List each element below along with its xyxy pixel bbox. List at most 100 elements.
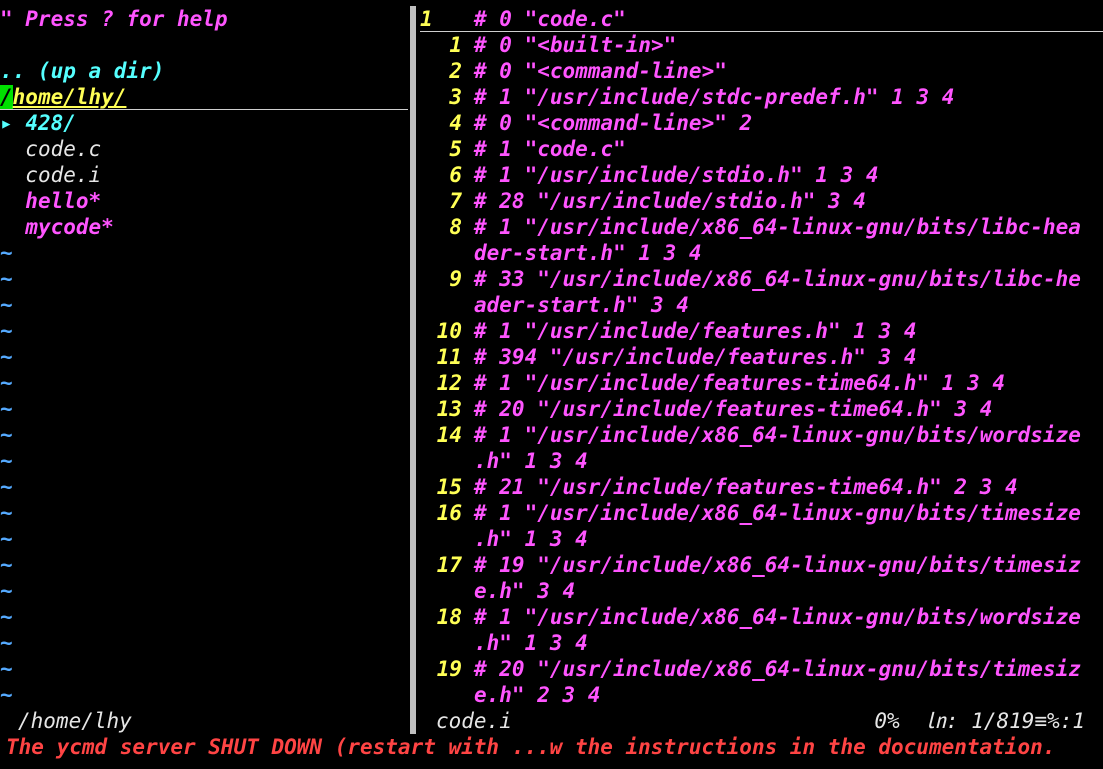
line-text: # 28 "/usr/include/stdio.h" 3 4 <box>474 189 866 213</box>
line-number: 19 <box>436 657 462 681</box>
line-number: 13 <box>436 397 462 421</box>
code-line[interactable]: 18 # 1 "/usr/include/x86_64-linux-gnu/bit… <box>420 604 1103 630</box>
empty-line-tilde: ~ <box>0 631 13 655</box>
line-number: 1 <box>449 33 462 57</box>
cursor-line-text: # 0 "code.c" <box>474 7 626 31</box>
line-number: 11 <box>436 345 462 369</box>
code-line[interactable]: 15 # 21 "/usr/include/features-time64.h" … <box>420 474 1103 500</box>
line-text: # 1 "/usr/include/x86_64-linux-gnu/bits/… <box>474 501 1081 525</box>
line-text: # 1 "code.c" <box>474 137 626 161</box>
line-number: 9 <box>449 267 462 291</box>
tree-dir-item[interactable]: ▸ 428/ <box>0 110 408 136</box>
empty-line-tilde: ~ <box>0 293 13 317</box>
code-line[interactable]: 13 # 20 "/usr/include/features-time64.h" … <box>420 396 1103 422</box>
empty-line-tilde: ~ <box>0 397 13 421</box>
code-line[interactable]: 3 # 1 "/usr/include/stdc-predef.h" 1 3 4 <box>420 84 1103 110</box>
wrapped-line-continuation: e.h" 3 4 <box>474 579 576 603</box>
line-text: # 1 "/usr/include/x86_64-linux-gnu/bits/… <box>474 423 1081 447</box>
line-number: 18 <box>436 605 462 629</box>
line-text: # 1 "/usr/include/stdio.h" 1 3 4 <box>474 163 879 187</box>
code-line[interactable]: 16 # 1 "/usr/include/x86_64-linux-gnu/bit… <box>420 500 1103 526</box>
tree-file-item[interactable]: code.i <box>0 162 408 188</box>
wrapped-line-continuation: .h" 1 3 4 <box>474 527 588 551</box>
up-dir-link[interactable]: .. (up a dir) <box>0 58 408 84</box>
ycmd-error-message: The ycmd server SHUT DOWN (restart with … <box>6 735 1056 759</box>
line-text: # 394 "/usr/include/features.h" 3 4 <box>474 345 917 369</box>
tree-item-name: mycode* <box>25 215 114 239</box>
empty-line-tilde: ~ <box>0 553 13 577</box>
code-line[interactable]: 14 # 1 "/usr/include/x86_64-linux-gnu/bit… <box>420 422 1103 448</box>
code-line[interactable]: 19 # 20 "/usr/include/x86_64-linux-gnu/bi… <box>420 656 1103 682</box>
line-text: # 0 "<command-line>" 2 <box>474 111 753 135</box>
current-dir-row[interactable]: /home/lhy/ <box>0 84 408 110</box>
tree-item-name: 428/ <box>25 111 76 135</box>
status-position: 0% ㏑: 1/819≡%:1 <box>874 709 1085 733</box>
code-line[interactable]: 7 # 28 "/usr/include/stdio.h" 3 4 <box>420 188 1103 214</box>
line-number: 16 <box>436 501 462 525</box>
status-filename: code.i <box>436 709 512 733</box>
text-cursor: / <box>0 85 13 109</box>
file-tree-list: ▸ 428/ code.c code.i hello* mycode* <box>0 110 408 240</box>
code-line[interactable]: 11 # 394 "/usr/include/features.h" 3 4 <box>420 344 1103 370</box>
line-text: # 19 "/usr/include/x86_64-linux-gnu/bits… <box>474 553 1081 577</box>
empty-line-tilde: ~ <box>0 449 13 473</box>
line-number: 14 <box>436 423 462 447</box>
current-dir-path: home/lhy/ <box>12 85 127 109</box>
cursor-line[interactable]: 1 # 0 "code.c" <box>420 6 1103 32</box>
editor-pane[interactable]: 1 # 0 "code.c" 1 # 0 "<built-in>" 2 # 0 "<co… <box>420 6 1103 708</box>
line-number: 17 <box>436 553 462 577</box>
tree-file-item[interactable]: mycode* <box>0 214 408 240</box>
line-number: 3 <box>449 85 462 109</box>
empty-line-tilde: ~ <box>0 241 13 265</box>
tree-file-item[interactable]: code.c <box>0 136 408 162</box>
line-text: # 20 "/usr/include/x86_64-linux-gnu/bits… <box>474 657 1081 681</box>
code-line[interactable]: 1 # 0 "<built-in>" <box>420 32 1103 58</box>
line-text: # 1 "/usr/include/stdc-predef.h" 1 3 4 <box>474 85 955 109</box>
wrapped-line-continuation: e.h" 2 3 4 <box>474 683 601 707</box>
line-number: 15 <box>436 475 462 499</box>
line-text: # 20 "/usr/include/features-time64.h" 3 … <box>474 397 993 421</box>
empty-line-tilde: ~ <box>0 371 13 395</box>
editor-statusline: code.i 0% ㏑: 1/819≡%:1 <box>420 708 1103 734</box>
wrapped-line-continuation: der-start.h" 1 3 4 <box>474 241 702 265</box>
wrapped-line-continuation: .h" 1 3 4 <box>474 449 588 473</box>
line-text: # 1 "/usr/include/features-time64.h" 1 3… <box>474 371 1006 395</box>
wrapped-line-continuation: .h" 1 3 4 <box>474 631 588 655</box>
line-number: 8 <box>449 215 462 239</box>
line-number: 5 <box>449 137 462 161</box>
line-number: 4 <box>449 111 462 135</box>
line-text: # 0 "<command-line>" <box>474 59 727 83</box>
line-text: # 0 "<built-in>" <box>474 33 677 57</box>
nerdtree-pane[interactable]: " Press ? for help .. (up a dir) /home/l… <box>0 6 408 708</box>
empty-line-tilde: ~ <box>0 267 13 291</box>
line-text: # 1 "/usr/include/x86_64-linux-gnu/bits/… <box>474 215 1081 239</box>
code-line[interactable]: 8 # 1 "/usr/include/x86_64-linux-gnu/bits… <box>420 214 1103 240</box>
line-number: 12 <box>436 371 462 395</box>
tree-file-item[interactable]: hello* <box>0 188 408 214</box>
empty-line-tilde: ~ <box>0 605 13 629</box>
code-line[interactable]: 12 # 1 "/usr/include/features-time64.h" 1… <box>420 370 1103 396</box>
code-line[interactable]: 5 # 1 "code.c" <box>420 136 1103 162</box>
code-line[interactable]: 10 # 1 "/usr/include/features.h" 1 3 4 <box>420 318 1103 344</box>
expand-arrow-icon[interactable]: ▸ <box>0 111 13 135</box>
code-line[interactable]: 17 # 19 "/usr/include/x86_64-linux-gnu/bi… <box>420 552 1103 578</box>
vertical-split-divider[interactable] <box>408 6 420 734</box>
empty-lines-filler: ~ ~ ~ ~ ~ ~ ~ ~ ~ ~ ~ ~ ~ ~ ~ ~ ~ ~ <box>0 240 408 708</box>
empty-line-tilde: ~ <box>0 319 13 343</box>
empty-line-tilde: ~ <box>0 683 13 707</box>
line-text: # 33 "/usr/include/x86_64-linux-gnu/bits… <box>474 267 1081 291</box>
code-line[interactable]: 2 # 0 "<command-line>" <box>420 58 1103 84</box>
code-line[interactable]: 4 # 0 "<command-line>" 2 <box>420 110 1103 136</box>
tree-item-name: code.c <box>25 137 102 161</box>
empty-line-tilde: ~ <box>0 475 13 499</box>
line-text: # 1 "/usr/include/features.h" 1 3 4 <box>474 319 917 343</box>
code-line[interactable]: 6 # 1 "/usr/include/stdio.h" 1 3 4 <box>420 162 1103 188</box>
line-text: # 21 "/usr/include/features-time64.h" 2 … <box>474 475 1018 499</box>
line-text: # 1 "/usr/include/x86_64-linux-gnu/bits/… <box>474 605 1081 629</box>
empty-line-tilde: ~ <box>0 579 13 603</box>
cursor-line-number: 1 <box>420 7 433 31</box>
line-number: 7 <box>449 189 462 213</box>
code-line[interactable]: 9 # 33 "/usr/include/x86_64-linux-gnu/bit… <box>420 266 1103 292</box>
nerdtree-statusline: /home/lhy <box>18 709 132 733</box>
